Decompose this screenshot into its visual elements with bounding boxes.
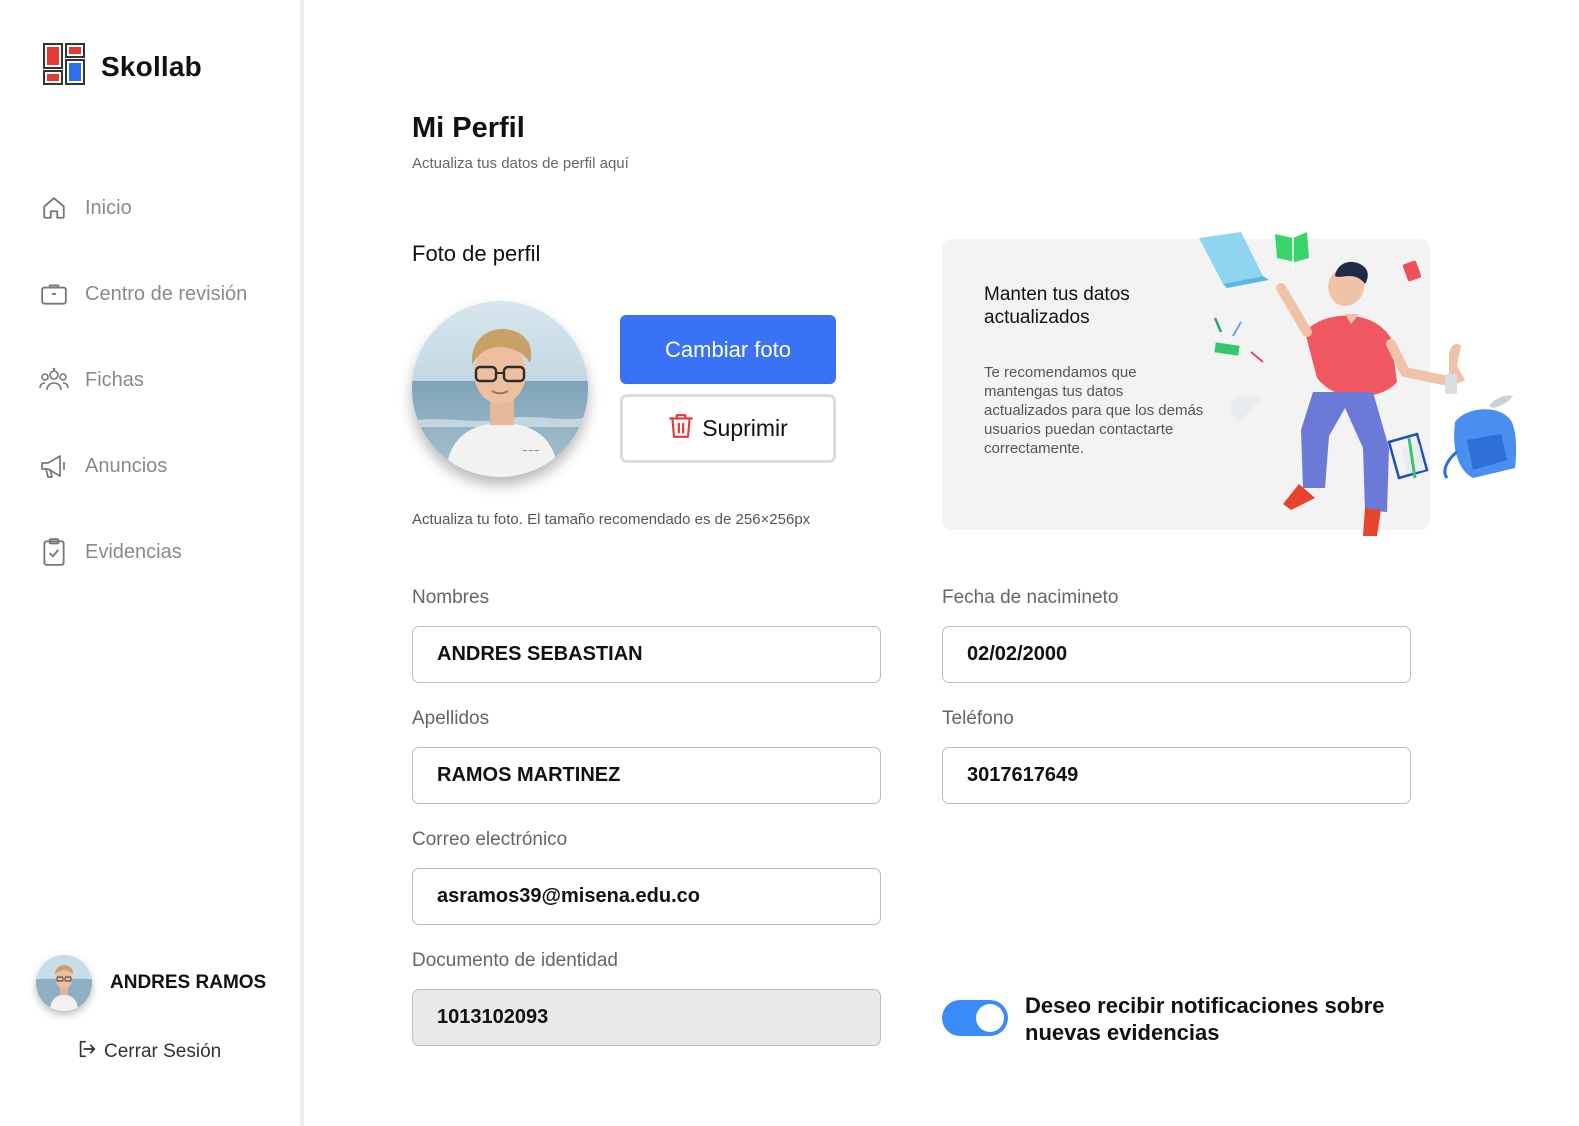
sidebar-divider [300, 0, 304, 1126]
clipboard-check-icon [38, 536, 70, 568]
sidebar-item-inicio[interactable]: Inicio [38, 186, 247, 230]
avatar [36, 955, 92, 1011]
logout-button[interactable]: Cerrar Sesión [76, 1038, 221, 1065]
documento-label: Documento de identidad [412, 950, 618, 971]
page-subtitle: Actualiza tus datos de perfil aquí [412, 155, 629, 172]
notifications-label: Deseo recibir notificaciones sobre nueva… [1025, 993, 1385, 1045]
sidebar: Skollab Inicio Centro de revisión Fichas… [0, 0, 300, 1126]
sidebar-item-evidencias[interactable]: Evidencias [38, 530, 247, 574]
nombres-field[interactable]: ANDRES SEBASTIAN [412, 626, 881, 683]
info-card-title: Manten tus datos actualizados [984, 284, 1130, 328]
delete-photo-button[interactable]: Suprimir [620, 394, 836, 463]
person-illustration [1195, 226, 1525, 546]
briefcase-icon [38, 278, 70, 310]
fecha-nacimiento-field[interactable]: 02/02/2000 [942, 626, 1411, 683]
telefono-field[interactable]: 3017617649 [942, 747, 1411, 804]
brand-name: Skollab [101, 50, 202, 82]
svg-text:~~~: ~~~ [522, 447, 540, 455]
telefono-label: Teléfono [942, 708, 1014, 729]
profile-photo: ~~~ [412, 301, 588, 477]
toggle-knob [976, 1004, 1004, 1032]
apellidos-label: Apellidos [412, 708, 490, 729]
megaphone-icon [38, 450, 70, 482]
email-field[interactable]: asramos39@misena.edu.co [412, 868, 881, 925]
photo-size-hint: Actualiza tu foto. El tamaño recomendado… [412, 511, 811, 528]
user-profile[interactable]: ANDRES RAMOS [36, 955, 266, 1011]
sidebar-item-label: Inicio [85, 196, 132, 219]
documento-field: 1013102093 [412, 989, 881, 1046]
home-icon [38, 192, 70, 224]
sidebar-item-label: Anuncios [85, 454, 168, 477]
trash-icon [668, 412, 694, 446]
profile-photo-title: Foto de perfil [412, 241, 541, 266]
page-title: Mi Perfil [412, 112, 525, 144]
sidebar-item-label: Centro de revisión [85, 282, 248, 305]
sidebar-item-label: Fichas [85, 368, 144, 391]
logout-label: Cerrar Sesión [104, 1040, 222, 1062]
correo-label: Correo electrónico [412, 829, 568, 850]
user-name: ANDRES RAMOS [110, 972, 267, 993]
brand-logo[interactable]: Skollab [43, 43, 202, 90]
logout-icon [76, 1038, 98, 1065]
notifications-toggle[interactable] [942, 1000, 1008, 1036]
sidebar-item-label: Evidencias [85, 540, 182, 563]
info-card-text: Te recomendamos que mantengas tus datos … [984, 364, 1204, 457]
apellidos-field[interactable]: RAMOS MARTINEZ [412, 747, 881, 804]
change-photo-button[interactable]: Cambiar foto [620, 315, 836, 384]
sidebar-item-centro-revision[interactable]: Centro de revisión [38, 272, 247, 316]
fecha-nacimiento-label: Fecha de nacimineto [942, 587, 1119, 608]
skollab-logo-icon [43, 43, 85, 90]
nombres-label: Nombres [412, 587, 490, 608]
sidebar-item-fichas[interactable]: Fichas [38, 358, 247, 402]
sidebar-item-anuncios[interactable]: Anuncios [38, 444, 247, 488]
delete-photo-label: Suprimir [702, 415, 788, 441]
sidebar-nav: Inicio Centro de revisión Fichas Anuncio… [38, 186, 247, 616]
users-icon [38, 364, 70, 396]
